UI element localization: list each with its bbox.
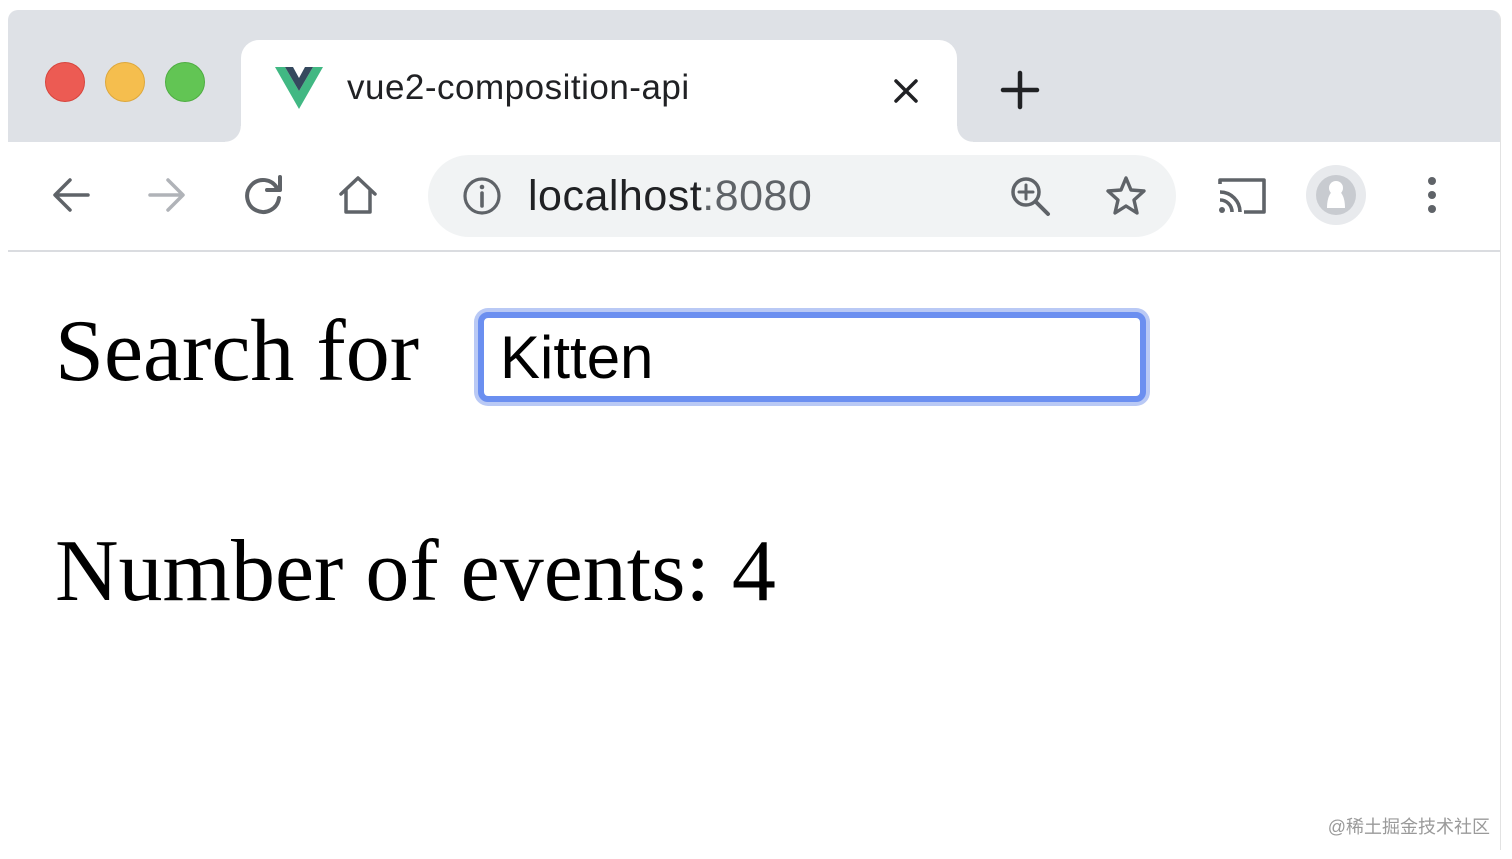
active-tab[interactable]: vue2-composition-api [225,40,973,142]
reload-icon[interactable] [240,172,286,218]
url-port: :8080 [702,172,813,220]
new-tab-icon[interactable] [1000,70,1040,110]
events-count-text: Number of events: 4 [55,523,776,620]
cast-icon[interactable] [1216,172,1268,218]
back-arrow-icon[interactable] [48,172,94,218]
url-host: localhost [528,172,703,220]
address-bar[interactable]: localhost:8080 [428,155,1176,237]
zoom-icon[interactable] [1008,174,1052,218]
info-icon[interactable] [462,176,502,216]
browser-toolbar: localhost:8080 [8,142,1500,252]
vue-logo-icon [275,67,323,109]
url-text[interactable]: localhost:8080 [528,172,812,221]
watermark: @稀土掘金技术社区 [1327,817,1490,837]
profile-icon[interactable] [1305,164,1367,226]
forward-arrow-icon[interactable] [144,172,190,218]
maximize-window-button[interactable] [165,62,205,102]
more-menu-icon[interactable] [1420,172,1444,218]
close-window-button[interactable] [45,62,85,102]
tab-strip: vue2-composition-api [8,10,1500,142]
close-tab-icon[interactable] [891,76,921,106]
search-input[interactable] [478,312,1146,402]
search-label: Search for [55,303,420,400]
minimize-window-button[interactable] [105,62,145,102]
page-content: Search for Number of events: 4 [8,252,1500,850]
tab-title: vue2-composition-api [347,68,690,107]
browser-window: vue2-composition-api localhost:8080 Sear… [8,10,1501,850]
star-icon[interactable] [1104,174,1148,218]
home-icon[interactable] [335,172,381,218]
